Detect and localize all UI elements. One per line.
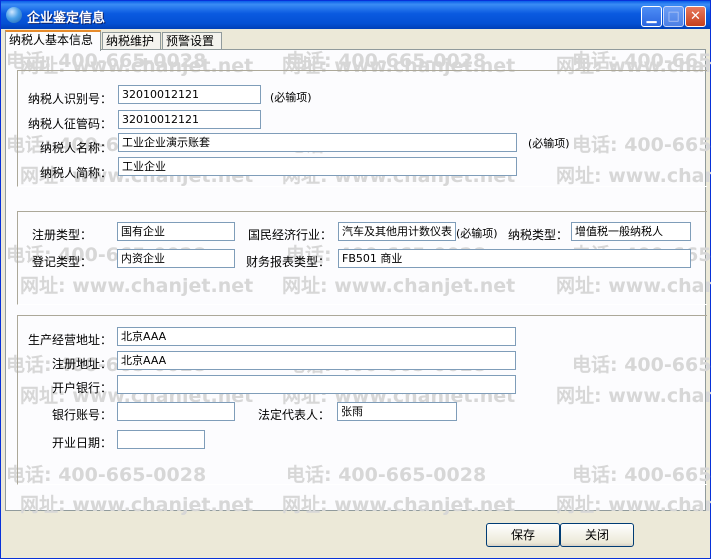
button-bar: 保存 关闭 <box>5 513 706 555</box>
biz-address-field[interactable]: 北京AAA <box>117 327 516 346</box>
taxpayer-identity-group: 纳税人识别号： 32010012121 (必输项) 纳税人征管码： 320100… <box>17 70 707 187</box>
close-window-button[interactable]: ✕ <box>685 6 706 27</box>
close-button[interactable]: 关闭 <box>560 523 634 547</box>
tax-mgmt-code-label: 纳税人征管码： <box>28 117 113 131</box>
tab-taxpayer-basic-info[interactable]: 纳税人基本信息 <box>5 30 101 51</box>
minimize-icon: ▁ <box>646 9 657 24</box>
watermark-phone: 电话: 400-665-0028 <box>572 50 711 72</box>
taxpayer-id-field[interactable]: 32010012121 <box>118 85 261 104</box>
required-hint: (必输项) <box>270 91 312 104</box>
maximize-icon: □ <box>667 9 680 24</box>
biz-address-label: 生产经营地址： <box>28 333 113 347</box>
industry-field[interactable]: 汽车及其他用计数仪表 <box>338 222 456 241</box>
watermark-phone: 电话: 400-665-0028 <box>286 50 487 72</box>
record-type-label: 登记类型： <box>32 255 93 269</box>
tab-alert-settings[interactable]: 预警设置 <box>162 32 222 50</box>
open-date-label: 开业日期： <box>52 436 113 450</box>
bank-field[interactable] <box>117 375 516 394</box>
minimize-button[interactable]: ▁ <box>641 6 662 27</box>
tab-tax-maintenance[interactable]: 纳税维护 <box>102 32 161 50</box>
industry-label: 国民经济行业： <box>248 228 333 242</box>
taxpayer-name-label: 纳税人名称： <box>40 141 113 155</box>
reg-type-label: 注册类型： <box>32 228 93 242</box>
registration-info-group: 注册类型： 国有企业 国民经济行业： 汽车及其他用计数仪表 (必输项) 纳税类型… <box>17 211 707 305</box>
reg-type-field[interactable]: 国有企业 <box>117 222 235 241</box>
maximize-button: □ <box>663 6 684 27</box>
tab-panel: 电话: 400-665-0028 电话: 400-665-0028 电话: 40… <box>5 49 711 516</box>
close-icon: ✕ <box>690 9 701 24</box>
tax-mgmt-code-field[interactable]: 32010012121 <box>118 110 261 129</box>
tax-type-field[interactable]: 增值税一般纳税人 <box>571 222 691 241</box>
legal-rep-field[interactable]: 张雨 <box>337 402 457 421</box>
title-bar[interactable]: 企业鉴定信息 ▁ □ ✕ <box>1 1 710 29</box>
taxpayer-name-field[interactable]: 工业企业演示账套 <box>118 133 517 152</box>
required-hint: (必输项) <box>528 137 570 150</box>
reg-address-label: 注册地址： <box>52 357 113 371</box>
bank-account-field[interactable] <box>117 402 235 421</box>
save-button[interactable]: 保存 <box>486 523 560 547</box>
bank-account-label: 银行账号： <box>52 408 113 422</box>
fin-report-type-field[interactable]: FB501 商业 <box>338 249 691 268</box>
fin-report-type-label: 财务报表类型： <box>246 255 331 269</box>
bank-label: 开户银行： <box>52 381 113 395</box>
taxpayer-short-name-label: 纳税人简称： <box>40 166 113 180</box>
legal-rep-label: 法定代表人： <box>258 408 331 422</box>
address-bank-group: 生产经营地址： 北京AAA 注册地址： 北京AAA 开户银行： 银行账号： 法定… <box>17 315 707 485</box>
reg-address-field[interactable]: 北京AAA <box>117 351 516 370</box>
window: 企业鉴定信息 ▁ □ ✕ 纳税人基本信息 纳税维护 预警设置 电话: 400-6… <box>0 0 711 559</box>
open-date-field[interactable] <box>117 430 205 449</box>
window-title: 企业鉴定信息 <box>27 11 106 26</box>
required-hint: (必输项) <box>456 227 498 240</box>
app-globe-icon <box>6 7 22 23</box>
taxpayer-short-name-field[interactable]: 工业企业 <box>118 157 517 176</box>
record-type-field[interactable]: 内资企业 <box>117 249 235 268</box>
tax-type-label: 纳税类型： <box>508 228 569 242</box>
taxpayer-id-label: 纳税人识别号： <box>28 92 113 106</box>
